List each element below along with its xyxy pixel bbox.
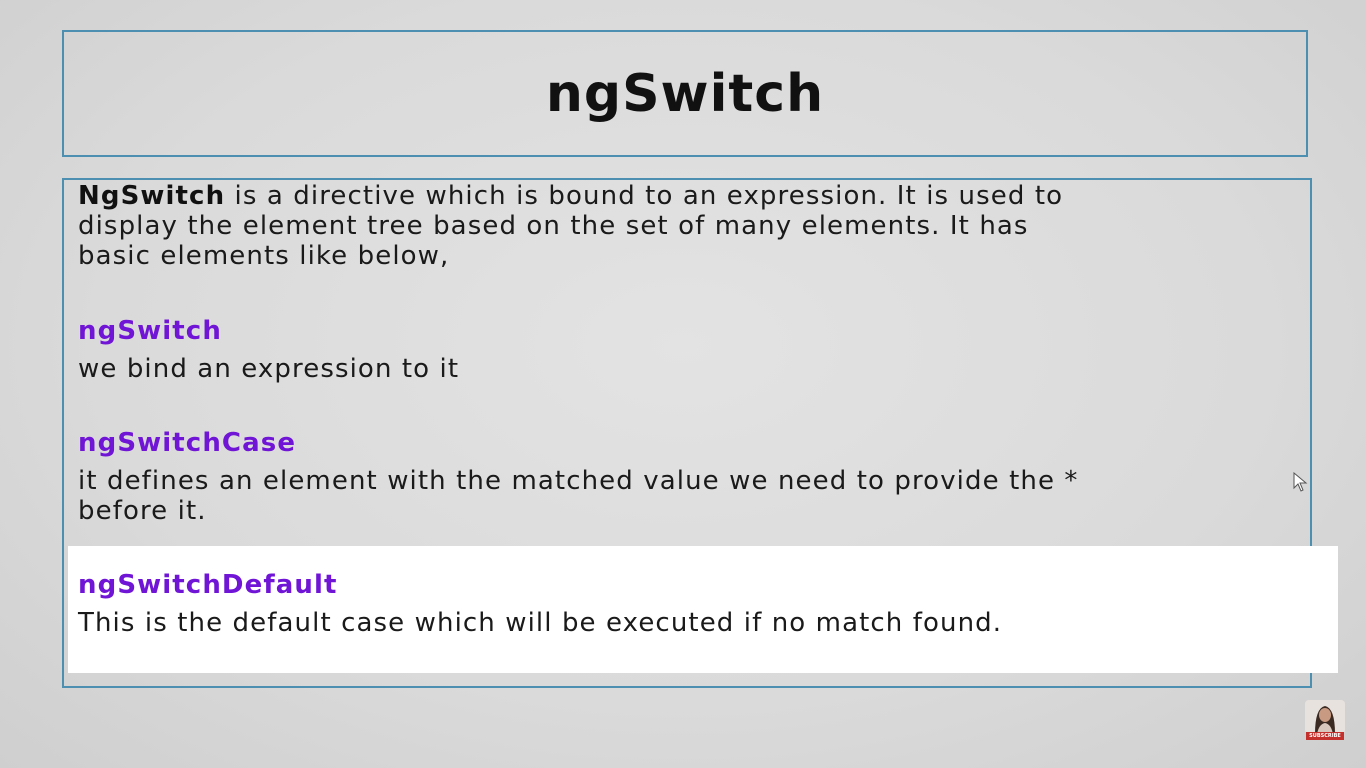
description-ngswitchcase: it defines an element with the matched v…: [78, 466, 1298, 526]
title-box: ngSwitch: [62, 30, 1308, 157]
description-ngswitchcase-line-2: before it.: [78, 496, 207, 526]
intro-line-2: display the element tree based on the se…: [78, 211, 1029, 241]
intro-bold-lead: NgSwitch: [78, 181, 226, 211]
description-ngswitch: we bind an expression to it: [78, 354, 460, 384]
subscribe-button[interactable]: SUBSCRIBE: [1306, 732, 1344, 740]
slide-title: ngSwitch: [545, 63, 825, 124]
term-ngswitchcase: ngSwitchCase: [78, 428, 297, 458]
intro-line-3: basic elements like below,: [78, 241, 450, 271]
intro-line-1: NgSwitch is a directive which is bound t…: [78, 181, 1268, 211]
mouse-pointer-icon: [1293, 472, 1308, 492]
presenter-avatar-icon[interactable]: [1305, 700, 1345, 734]
intro-line-1-rest: is a directive which is bound to an expr…: [225, 181, 1064, 211]
term-ngswitch: ngSwitch: [78, 316, 222, 346]
description-ngswitchcase-line-1: it defines an element with the matched v…: [78, 466, 1079, 496]
term-ngswitchdefault: ngSwitchDefault: [78, 570, 338, 600]
description-ngswitchdefault: This is the default case which will be e…: [78, 608, 1003, 638]
intro-paragraph: NgSwitch is a directive which is bound t…: [78, 181, 1268, 271]
